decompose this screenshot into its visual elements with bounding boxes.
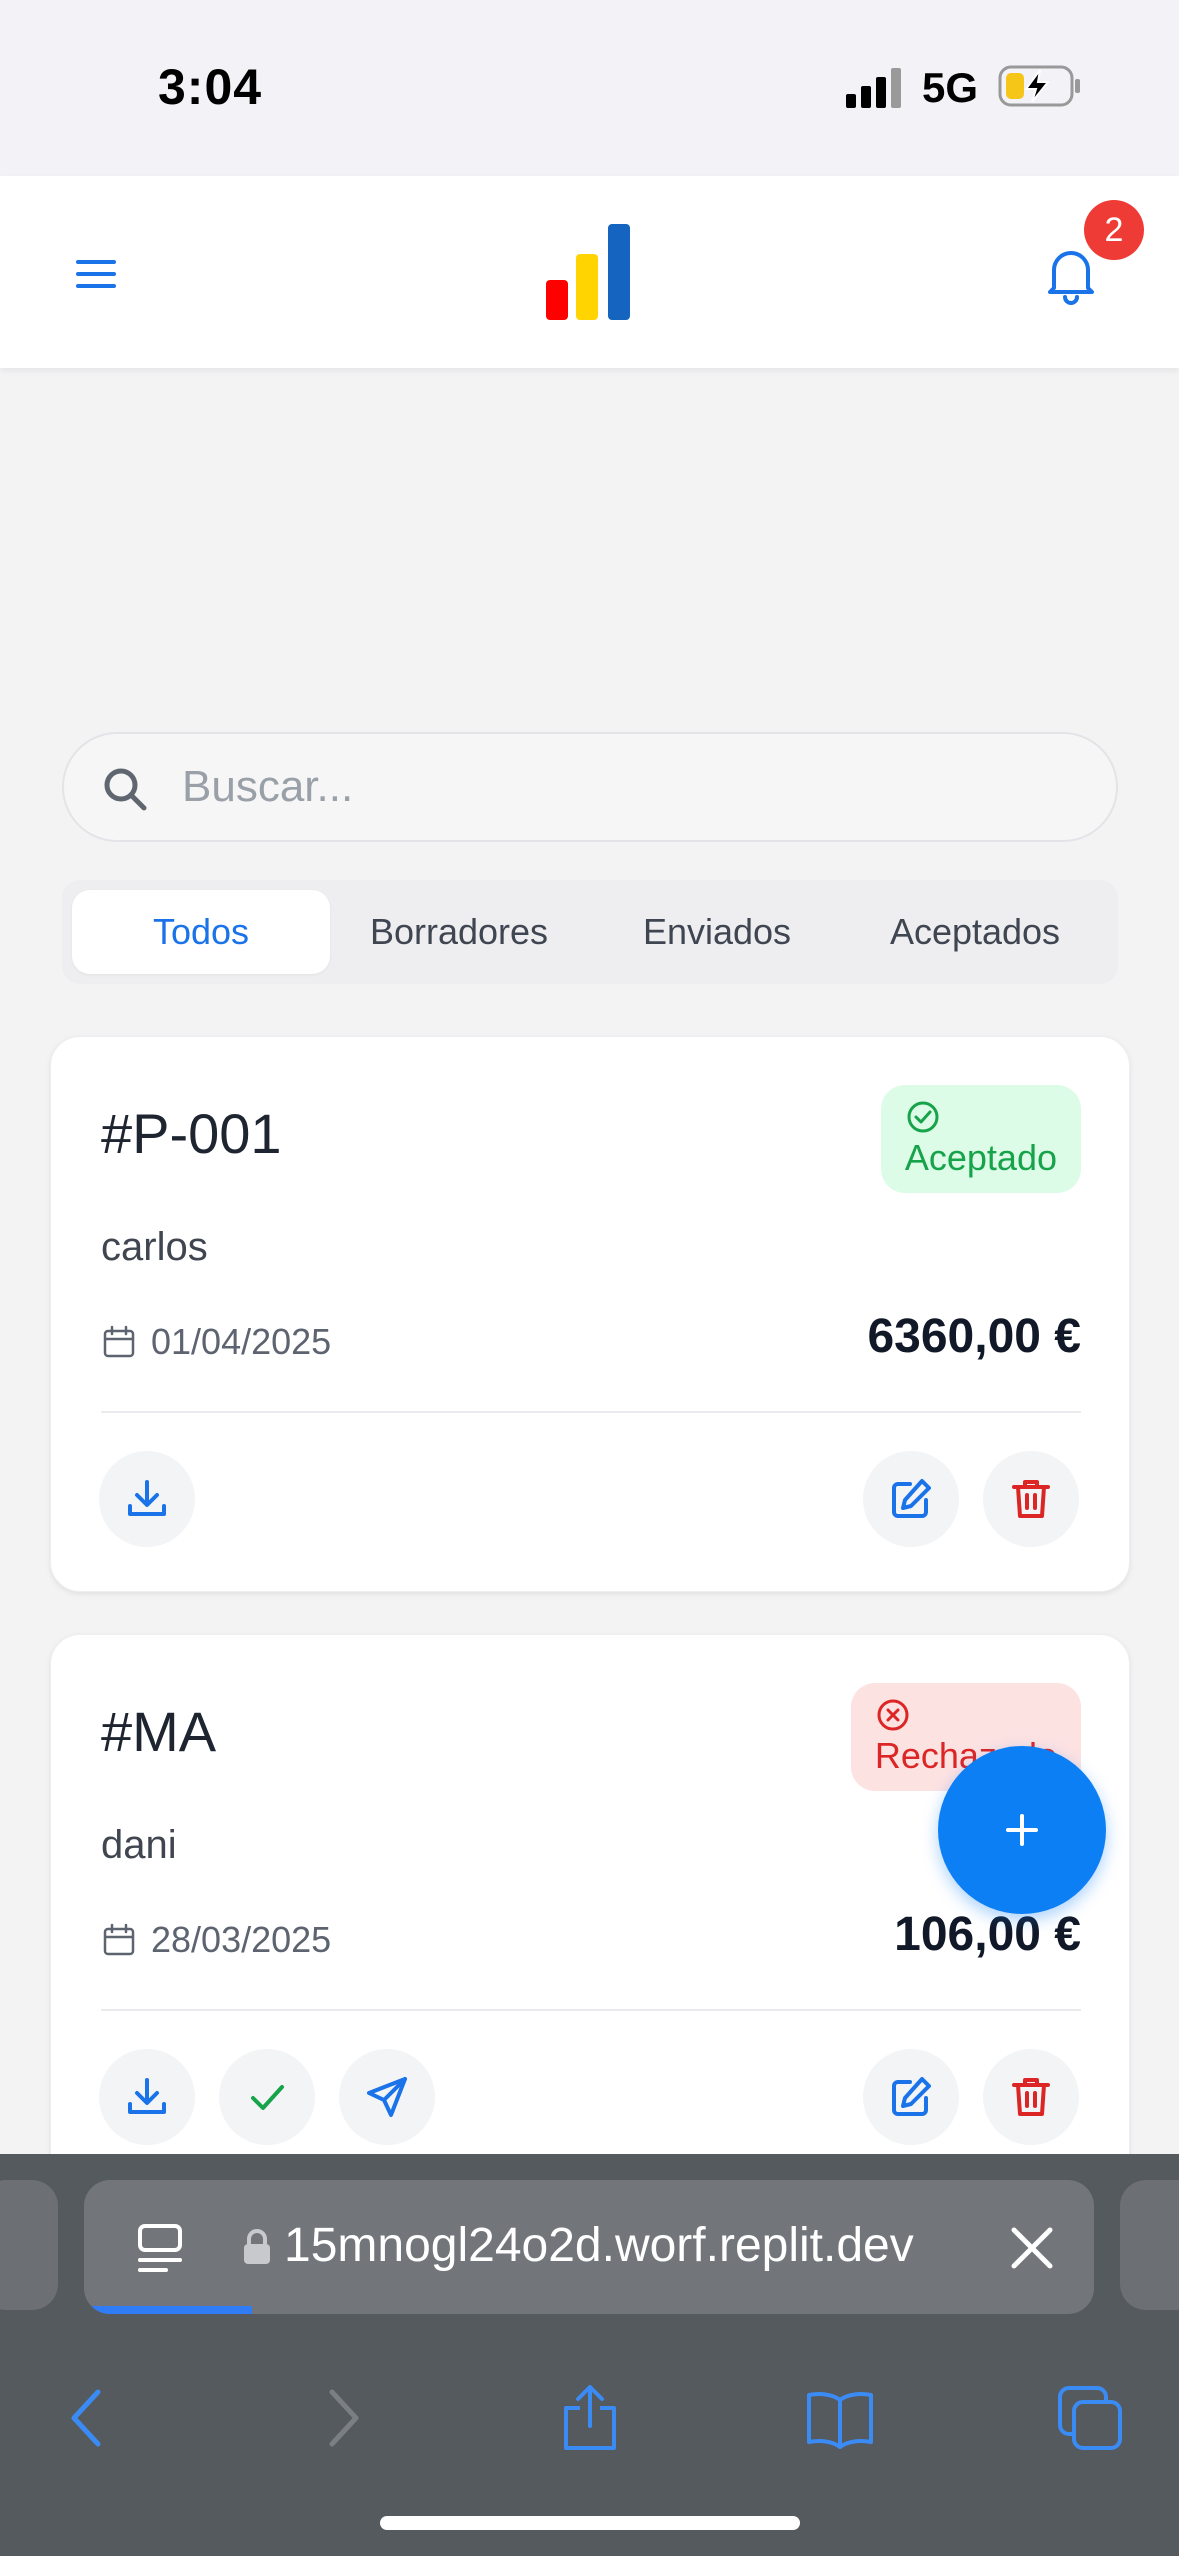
quote-id: #P-001 bbox=[101, 1102, 282, 1165]
tab-aceptados[interactable]: Aceptados bbox=[846, 890, 1104, 974]
quote-card[interactable]: #P-001 Aceptado carlos 01/04/2025 6360,0… bbox=[50, 1036, 1130, 1592]
date-text: 01/04/2025 bbox=[151, 1321, 332, 1362]
date-text: 28/03/2025 bbox=[151, 1919, 332, 1960]
edit-button[interactable] bbox=[863, 2049, 959, 2145]
back-icon bbox=[71, 2389, 101, 2447]
divider bbox=[101, 1411, 1081, 1413]
search-icon bbox=[104, 768, 147, 811]
tabs-button[interactable] bbox=[1048, 2376, 1132, 2460]
divider bbox=[101, 2009, 1081, 2011]
status-time: 3:04 bbox=[158, 59, 263, 115]
quote-date: 28/03/2025 bbox=[101, 1915, 331, 1965]
calendar-icon bbox=[103, 1923, 135, 1956]
battery-charging-icon bbox=[998, 65, 1080, 107]
plus-icon bbox=[1006, 1814, 1038, 1846]
trash-icon bbox=[1012, 1480, 1050, 1518]
close-icon[interactable] bbox=[1004, 2220, 1060, 2276]
x-circle-icon bbox=[877, 1699, 909, 1731]
edit-button[interactable] bbox=[863, 1451, 959, 1547]
delete-button[interactable] bbox=[983, 2049, 1079, 2145]
next-tab-preview[interactable] bbox=[1120, 2180, 1179, 2310]
search-input[interactable] bbox=[182, 734, 1082, 840]
quote-date: 01/04/2025 bbox=[101, 1317, 331, 1367]
forward-button[interactable] bbox=[300, 2376, 384, 2460]
app-header: 2 bbox=[0, 176, 1179, 368]
send-icon bbox=[367, 2077, 407, 2117]
url-text: 15mnogl24o2d.worf.replit.dev bbox=[284, 2219, 914, 2272]
status-bar: 3:04 5G bbox=[0, 0, 1179, 176]
accept-button[interactable] bbox=[219, 2049, 315, 2145]
page-load-progress bbox=[84, 2306, 252, 2314]
page-menu-icon[interactable] bbox=[136, 2222, 190, 2276]
previous-tab-preview[interactable] bbox=[0, 2180, 58, 2310]
client-name: dani bbox=[101, 1823, 177, 1867]
tab-borradores[interactable]: Borradores bbox=[330, 890, 588, 974]
quote-id: #MA bbox=[101, 1700, 217, 1763]
status-label: Aceptado bbox=[904, 1137, 1057, 1178]
search-box bbox=[62, 732, 1118, 842]
quote-amount: 106,00 € bbox=[894, 1908, 1081, 1961]
share-button[interactable] bbox=[548, 2376, 632, 2460]
download-icon bbox=[128, 2078, 166, 2114]
notification-badge: 2 bbox=[1084, 200, 1144, 260]
bookmarks-icon bbox=[807, 2392, 873, 2449]
download-button[interactable] bbox=[99, 1451, 195, 1547]
cellular-signal-icon bbox=[846, 68, 901, 108]
check-icon bbox=[251, 2085, 284, 2110]
quote-amount: 6360,00 € bbox=[867, 1310, 1081, 1363]
download-button[interactable] bbox=[99, 2049, 195, 2145]
forward-icon bbox=[329, 2389, 359, 2447]
home-indicator bbox=[380, 2516, 800, 2530]
status-badge-accepted: Aceptado bbox=[880, 1085, 1081, 1193]
hamburger-menu-icon[interactable] bbox=[70, 248, 122, 300]
lock-icon bbox=[244, 2229, 270, 2264]
bookmarks-button[interactable] bbox=[798, 2376, 882, 2460]
bar-chart-logo[interactable] bbox=[546, 224, 634, 320]
edit-icon bbox=[892, 2077, 931, 2116]
delete-button[interactable] bbox=[983, 1451, 1079, 1547]
calendar-icon bbox=[103, 1325, 135, 1358]
quote-card[interactable]: #MA Rechazado dani 28/03/2025 106,00 € bbox=[50, 1634, 1130, 2234]
filter-tabs: Todos Borradores Enviados Aceptados bbox=[62, 880, 1118, 984]
download-icon bbox=[128, 1480, 166, 1516]
check-circle-icon bbox=[907, 1101, 939, 1133]
edit-icon bbox=[892, 1479, 931, 1518]
tabs-icon bbox=[1058, 2386, 1122, 2450]
back-button[interactable] bbox=[46, 2376, 130, 2460]
client-name: carlos bbox=[101, 1225, 208, 1269]
network-type: 5G bbox=[922, 64, 979, 111]
trash-icon bbox=[1012, 2078, 1050, 2116]
share-icon bbox=[564, 2385, 616, 2450]
tab-todos[interactable]: Todos bbox=[72, 890, 330, 974]
tab-enviados[interactable]: Enviados bbox=[588, 890, 846, 974]
add-quote-button[interactable] bbox=[938, 1746, 1106, 1914]
send-button[interactable] bbox=[339, 2049, 435, 2145]
address-bar[interactable]: 15mnogl24o2d.worf.replit.dev bbox=[84, 2180, 1094, 2314]
browser-toolbar: 15mnogl24o2d.worf.replit.dev bbox=[0, 2154, 1179, 2556]
